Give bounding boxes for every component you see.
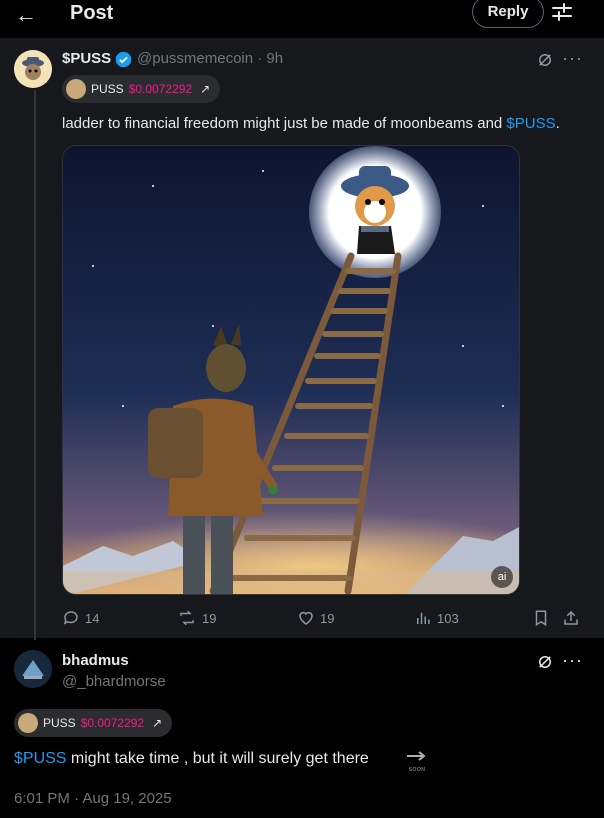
post-text-body: ladder to financial freedom might just b… <box>62 115 507 132</box>
post-timestamp[interactable]: 6:01 PM · Aug 19, 2025 <box>14 790 172 807</box>
views-icon <box>417 612 430 624</box>
filter-icon[interactable] <box>550 0 574 24</box>
reply-icon <box>63 611 78 625</box>
repost-count: 19 <box>202 610 217 626</box>
reply-button[interactable]: Reply <box>472 0 544 28</box>
token-avatar-icon <box>18 713 38 733</box>
reply-action[interactable]: 14 <box>62 607 99 629</box>
token-price: $0.0072292 <box>80 716 145 730</box>
repost-icon <box>180 610 194 626</box>
more-options-icon[interactable]: ··· <box>562 48 583 69</box>
cashtag-link[interactable]: $PUSS <box>14 750 66 767</box>
views-action[interactable]: 103 <box>414 607 459 629</box>
avatar[interactable] <box>14 650 52 688</box>
post-image[interactable]: ai <box>62 145 520 595</box>
more-options-icon[interactable]: ··· <box>562 650 583 671</box>
avatar[interactable] <box>14 50 52 88</box>
soon-emoji-label: SOON <box>408 767 426 773</box>
reply-text-body: might take time , but it will surely get… <box>66 750 369 767</box>
token-pill[interactable]: PUSS $0.0072292 ↗ <box>14 709 173 737</box>
heart-icon <box>299 611 313 625</box>
token-pill[interactable]: PUSS $0.0072292 ↗ <box>62 75 221 103</box>
external-arrow-icon: ↗ <box>200 82 211 96</box>
share-icon[interactable] <box>562 608 580 628</box>
author-name[interactable]: bhadmus <box>62 652 129 669</box>
author-name[interactable]: $PUSS <box>62 50 111 67</box>
external-arrow-icon: ↗ <box>152 716 163 730</box>
post-text: ladder to financial freedom might just b… <box>62 115 560 132</box>
post-text-end: . <box>555 115 560 132</box>
page-title: Post <box>70 2 114 24</box>
grok-icon[interactable] <box>536 653 554 671</box>
token-ticker: PUSS <box>43 716 76 730</box>
author-handle[interactable]: @_bhardmorse <box>62 673 166 690</box>
like-count: 19 <box>320 610 335 626</box>
ladder-moon-illustration <box>63 146 519 594</box>
like-action[interactable]: 19 <box>297 607 334 629</box>
soon-arrow-icon: SOON <box>406 749 428 773</box>
author-handle[interactable]: @pussmemecoin · 9h <box>137 50 283 67</box>
token-ticker: PUSS <box>91 82 124 96</box>
cat-avatar-icon <box>14 50 52 88</box>
reply-count: 14 <box>85 610 100 626</box>
repost-action[interactable]: 19 <box>177 607 216 629</box>
back-arrow-icon[interactable]: ← <box>15 2 37 28</box>
token-price: $0.0072292 <box>128 82 193 96</box>
token-avatar-icon <box>66 79 86 99</box>
thread-line <box>34 90 36 642</box>
grok-icon[interactable] <box>536 51 554 69</box>
top-bar: ← Post Reply <box>0 0 604 38</box>
bookmark-icon[interactable] <box>532 608 550 628</box>
cashtag-link[interactable]: $PUSS <box>506 115 555 132</box>
ai-badge: ai <box>491 566 513 588</box>
views-count: 103 <box>437 610 459 626</box>
verified-badge-icon <box>115 51 132 68</box>
reply-text: $PUSS might take time , but it will sure… <box>14 750 369 768</box>
user-avatar-icon <box>14 650 52 688</box>
